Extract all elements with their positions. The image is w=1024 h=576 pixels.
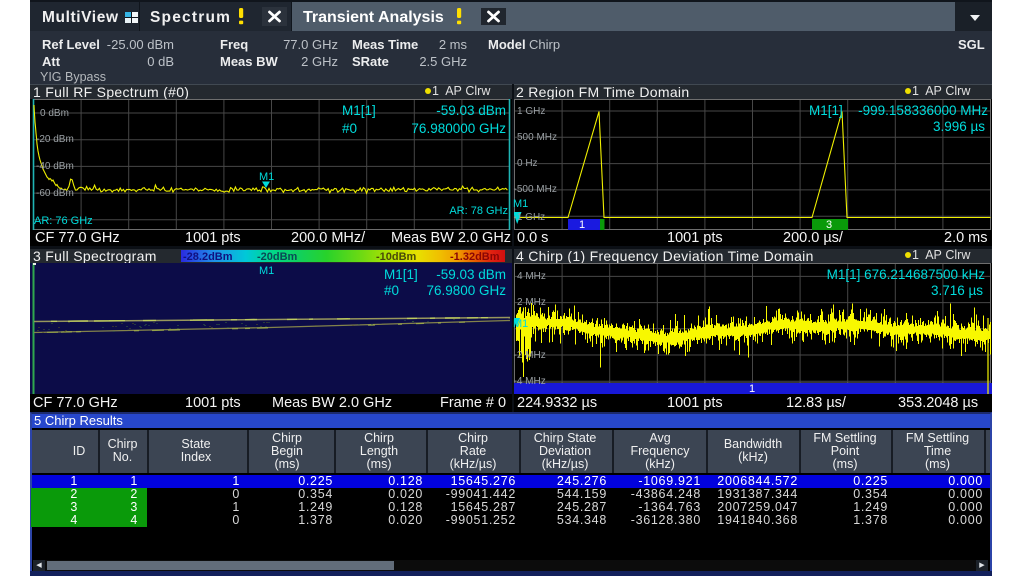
svg-text:1: 1 [579,219,585,230]
svg-text:1: 1 [749,383,755,394]
svg-text:3: 3 [826,219,832,230]
